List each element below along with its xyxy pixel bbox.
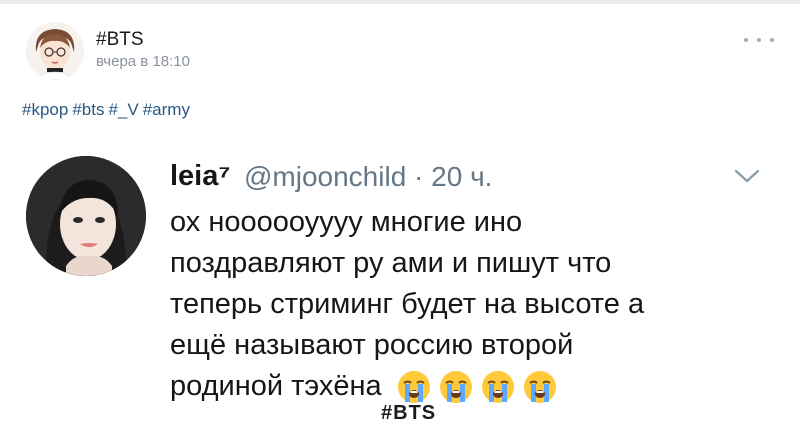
tweet-author-avatar: [26, 156, 146, 276]
hashtag-link[interactable]: #_V: [108, 100, 138, 119]
three-dots-icon: [744, 38, 748, 42]
post-timestamp[interactable]: вчера в 18:10: [96, 53, 190, 70]
more-options-button[interactable]: [744, 30, 774, 50]
community-name[interactable]: #BTS: [96, 29, 144, 51]
tweet-text-line: теперь стриминг будет на высоте а: [170, 288, 645, 320]
attached-tweet-image[interactable]: leia⁷ @mjoonchild · 20 ч. ох ноооооуууу …: [0, 132, 800, 432]
tweet-text: ох ноооооуууу многие ино поздравляют ру …: [170, 202, 644, 407]
tweet-text-line: родиной тэхёна: [170, 370, 382, 402]
hashtag-link[interactable]: #kpop: [22, 100, 68, 119]
loudly-crying-face-emoji: [523, 370, 556, 403]
loudly-crying-face-emoji: [481, 370, 514, 403]
tweet-text-line: ещё называют россию второй: [170, 329, 574, 361]
tweet-handle-time: @mjoonchild · 20 ч.: [244, 161, 493, 192]
watermark-text: #BTS: [381, 402, 437, 424]
hashtag-link[interactable]: #army: [143, 100, 190, 119]
emoji-group: [390, 369, 558, 405]
hashtag-link[interactable]: #bts: [72, 100, 104, 119]
chevron-down-icon: [734, 169, 760, 183]
tweet-text-line: ох ноооооуууу многие ино: [170, 206, 523, 238]
community-avatar[interactable]: [26, 22, 84, 80]
top-divider: [0, 0, 800, 4]
loudly-crying-face-emoji: [397, 370, 430, 403]
tweet-text-line: поздравляют ру ами и пишут что: [170, 247, 612, 279]
loudly-crying-face-emoji: [439, 370, 472, 403]
post-hashtags: #kpop #bts #_V #army: [22, 100, 194, 120]
tweet-author-name: leia⁷: [170, 160, 231, 192]
